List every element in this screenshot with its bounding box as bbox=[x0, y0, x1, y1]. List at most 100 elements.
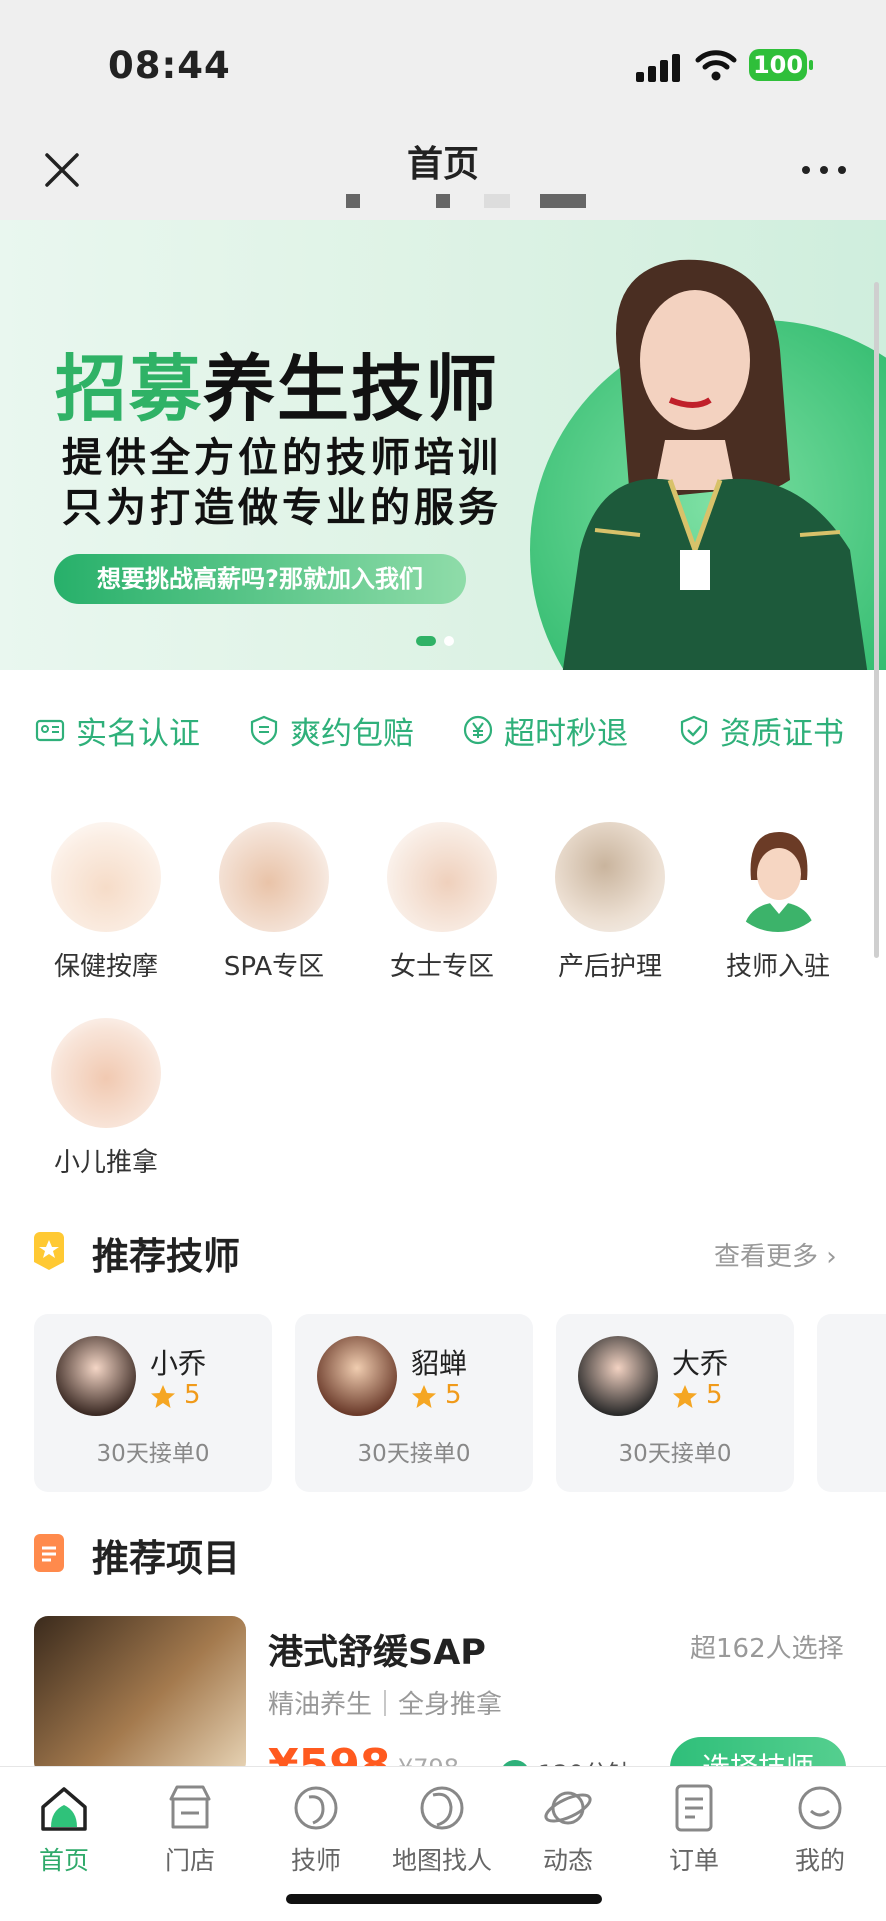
category-image bbox=[723, 822, 833, 932]
tech-name: 小乔 bbox=[150, 1347, 207, 1380]
tab-label: 地图找人 bbox=[391, 1846, 492, 1875]
category-label: 产后护理 bbox=[557, 952, 662, 982]
tech-avatar bbox=[578, 1336, 658, 1416]
tech-avatar bbox=[56, 1336, 136, 1416]
star-icon bbox=[412, 1385, 436, 1408]
battery-icon: 100 bbox=[749, 49, 813, 81]
tab-feed[interactable]: 动态 bbox=[508, 1781, 628, 1877]
tab-technician[interactable]: 技师 bbox=[256, 1781, 376, 1877]
banner-dot-active bbox=[416, 635, 436, 646]
technician-avatar-icon bbox=[743, 832, 815, 932]
category-label: 小儿推拿 bbox=[53, 1148, 158, 1178]
more-menu-icon[interactable] bbox=[802, 158, 848, 178]
category-image bbox=[219, 822, 329, 932]
tech-card[interactable]: 小乔 5 30天接单0 bbox=[34, 1314, 272, 1492]
scrollbar[interactable] bbox=[874, 282, 879, 958]
tab-label: 技师 bbox=[290, 1846, 341, 1875]
tech-avatar bbox=[317, 1336, 397, 1416]
section-title-projects: 推荐项目 bbox=[92, 1537, 240, 1580]
category-spa[interactable]: SPA专区 bbox=[204, 822, 344, 983]
category-label: SPA专区 bbox=[223, 952, 325, 982]
project-selected-count: 超162人选择 bbox=[690, 1634, 844, 1664]
map-person-icon bbox=[420, 1786, 464, 1830]
planet-icon bbox=[544, 1791, 592, 1825]
banner-pagination bbox=[416, 630, 462, 649]
tab-label: 动态 bbox=[542, 1846, 593, 1875]
tab-map[interactable]: 地图找人 bbox=[382, 1781, 502, 1877]
category-women[interactable]: 女士专区 bbox=[372, 822, 512, 983]
tech-rating: 5 bbox=[445, 1380, 462, 1410]
guarantee-refund: 超时秒退 bbox=[462, 700, 628, 760]
star-badge-icon bbox=[34, 1232, 64, 1270]
banner-title: 招募养生技师 bbox=[55, 330, 499, 435]
home-indicator[interactable] bbox=[286, 1894, 602, 1904]
star-icon bbox=[673, 1385, 697, 1408]
chevron-right-icon: › bbox=[826, 1242, 837, 1272]
banner-dot bbox=[444, 635, 454, 646]
guarantee-real-name: 实名认证 bbox=[34, 700, 200, 760]
guarantee-compensate: 爽约包赔 bbox=[248, 700, 414, 760]
category-image bbox=[51, 1018, 161, 1128]
technician-icon bbox=[294, 1786, 338, 1830]
guarantee-certificate: 资质证书 bbox=[678, 700, 844, 760]
tech-name: 貂蝉 bbox=[411, 1347, 468, 1380]
status-time: 08:44 bbox=[108, 44, 231, 87]
tech-orders: 30天接单0 bbox=[357, 1441, 471, 1467]
see-more-link[interactable]: 查看更多 › bbox=[714, 1236, 837, 1273]
category-tech-join[interactable]: 技师入驻 bbox=[708, 822, 848, 983]
tech-name: 大乔 bbox=[672, 1347, 729, 1380]
shield-compensate-icon bbox=[250, 715, 278, 746]
order-icon bbox=[675, 1784, 713, 1832]
banner-model-image bbox=[562, 259, 868, 670]
tab-profile[interactable]: 我的 bbox=[760, 1781, 880, 1877]
category-label: 保健按摩 bbox=[53, 952, 158, 982]
guarantee-label: 资质证书 bbox=[720, 715, 844, 752]
project-image[interactable] bbox=[34, 1616, 246, 1776]
tab-label: 订单 bbox=[668, 1846, 719, 1875]
promo-banner[interactable]: 招募养生技师 提供全方位的技师培训 只为打造做专业的服务 想要挑战高薪吗?那就加… bbox=[0, 220, 886, 670]
tab-home[interactable]: 首页 bbox=[4, 1781, 124, 1877]
category-label: 女士专区 bbox=[389, 952, 494, 982]
section-title-techs: 推荐技师 bbox=[92, 1235, 240, 1278]
tech-card[interactable]: 貂蝉 5 30天接单0 bbox=[295, 1314, 533, 1492]
banner-title-highlight: 招募 bbox=[55, 347, 204, 431]
category-postpartum[interactable]: 产后护理 bbox=[540, 822, 680, 983]
tab-label: 我的 bbox=[794, 1846, 845, 1875]
tech-orders: 30天接单0 bbox=[618, 1441, 732, 1467]
store-icon bbox=[169, 1785, 211, 1829]
document-badge-icon bbox=[34, 1534, 64, 1572]
tech-rating: 5 bbox=[184, 1380, 201, 1410]
guarantee-label: 爽约包赔 bbox=[290, 715, 414, 752]
banner-join-button[interactable]: 想要挑战高薪吗?那就加入我们 bbox=[54, 554, 466, 604]
category-massage[interactable]: 保健按摩 bbox=[36, 822, 176, 983]
page-title: 首页 bbox=[406, 144, 479, 185]
guarantee-label: 实名认证 bbox=[76, 715, 200, 752]
category-pediatric[interactable]: 小儿推拿 bbox=[36, 1018, 176, 1179]
banner-line-2: 只为打造做专业的服务 bbox=[62, 485, 502, 531]
tab-store[interactable]: 门店 bbox=[130, 1781, 250, 1877]
profile-icon bbox=[798, 1786, 842, 1830]
see-more-label: 查看更多 bbox=[714, 1242, 819, 1272]
wifi-icon bbox=[695, 50, 737, 81]
category-label: 技师入驻 bbox=[725, 952, 830, 982]
category-image bbox=[387, 822, 497, 932]
project-name[interactable]: 港式舒缓SAP bbox=[268, 1624, 486, 1675]
redacted-mark bbox=[484, 194, 510, 208]
banner-title-main: 养生技师 bbox=[203, 347, 500, 431]
tech-card[interactable]: 大乔 5 30天接单0 bbox=[556, 1314, 794, 1492]
tech-rating: 5 bbox=[706, 1380, 723, 1410]
tab-label: 首页 bbox=[38, 1846, 89, 1875]
redacted-mark bbox=[346, 194, 360, 208]
star-icon bbox=[151, 1385, 175, 1408]
id-card-icon bbox=[35, 719, 65, 742]
yuan-circle-icon bbox=[463, 715, 493, 745]
tech-card-partial[interactable] bbox=[817, 1314, 886, 1492]
close-icon[interactable] bbox=[44, 152, 80, 188]
tab-orders[interactable]: 订单 bbox=[634, 1781, 754, 1877]
guarantee-label: 超时秒退 bbox=[504, 715, 628, 752]
tab-label: 门店 bbox=[164, 1846, 215, 1875]
shield-check-icon bbox=[680, 715, 708, 746]
redacted-mark bbox=[540, 194, 586, 208]
category-image bbox=[51, 822, 161, 932]
tech-orders: 30天接单0 bbox=[96, 1441, 210, 1467]
